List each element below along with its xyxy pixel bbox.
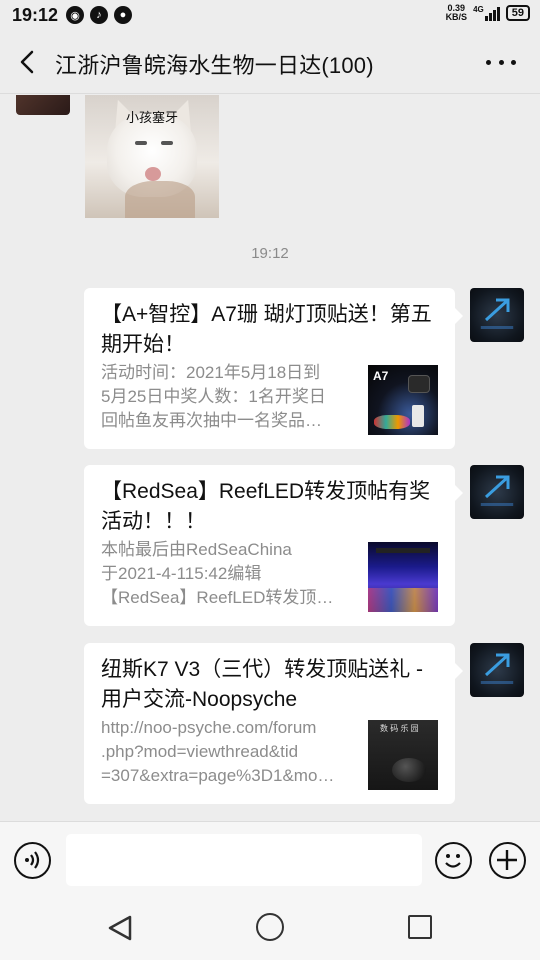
link-card-desc: 本帖最后由RedSeaChina 于2021-4-115:42编辑 【RedSe… bbox=[101, 540, 334, 607]
notification-icons: ◉ ♪ ● bbox=[66, 6, 132, 24]
more-icon bbox=[486, 59, 491, 65]
self-avatar[interactable] bbox=[470, 643, 524, 697]
chat-header: 江浙沪鲁皖海水生物一日达(100) bbox=[0, 30, 540, 94]
arrow-logo-icon bbox=[484, 298, 510, 322]
arrow-logo-icon bbox=[484, 475, 510, 499]
emoji-button[interactable] bbox=[435, 842, 472, 879]
input-bar bbox=[0, 821, 540, 897]
sender-avatar[interactable] bbox=[16, 95, 70, 115]
link-card[interactable]: 【RedSea】ReefLED转发顶帖有奖活动！！！ 本帖最后由RedSeaCh… bbox=[84, 465, 463, 626]
self-avatar[interactable] bbox=[470, 465, 524, 519]
arrow-logo-icon bbox=[484, 653, 510, 677]
link-card-thumbnail: 数 码 乐 园 bbox=[368, 720, 438, 790]
voice-icon bbox=[25, 851, 40, 869]
link-card-desc: 活动时间：2021年5月18日到 5月25日中奖人数：1名开奖日 回帖鱼友再次抽… bbox=[101, 363, 326, 430]
link-card-thumbnail bbox=[368, 542, 438, 612]
link-card-title: 纽斯K7 V3（三代）转发顶贴送礼 - 用户交流-Noopsyche bbox=[101, 658, 424, 711]
meme-caption: 小孩塞牙 bbox=[125, 110, 178, 125]
app-notification-icon: ◉ bbox=[66, 6, 84, 24]
status-right: 0.39 KB/S 4G 59 bbox=[446, 4, 530, 22]
back-button[interactable] bbox=[14, 48, 42, 76]
link-card-title: 【A+智控】A7珊 瑚灯顶贴送！第五期开始！ bbox=[101, 303, 432, 356]
back-arrow-icon bbox=[20, 50, 34, 74]
meme-sticker[interactable]: 小孩塞牙 bbox=[85, 95, 219, 218]
signal-icon: 4G bbox=[473, 5, 500, 21]
chat-area[interactable]: 小孩塞牙 19:12 【A+智控】A7珊 瑚灯顶贴送！第五期开始！ 活动时间：2… bbox=[0, 95, 540, 820]
link-card-title: 【RedSea】ReefLED转发顶帖有奖活动！！！ bbox=[101, 480, 431, 533]
status-bar: 19:12 ◉ ♪ ● 0.39 KB/S 4G 59 bbox=[0, 0, 540, 30]
battery-icon: 59 bbox=[505, 5, 530, 21]
status-time: 19:12 bbox=[12, 5, 59, 25]
nav-home-icon[interactable] bbox=[256, 913, 284, 941]
net-speed: 0.39 KB/S bbox=[445, 3, 468, 22]
self-avatar[interactable] bbox=[470, 288, 524, 342]
music-notification-icon: ♪ bbox=[90, 6, 108, 24]
voice-button[interactable] bbox=[14, 842, 51, 879]
link-card-desc: http://noo-psyche.com/forum .php?mod=vie… bbox=[101, 718, 335, 785]
plus-icon bbox=[497, 850, 517, 870]
link-card[interactable]: 纽斯K7 V3（三代）转发顶贴送礼 - 用户交流-Noopsyche http:… bbox=[84, 643, 463, 804]
nav-recent-icon[interactable] bbox=[408, 915, 432, 939]
message-notification-icon: ● bbox=[114, 6, 132, 24]
chat-title: 江浙沪鲁皖海水生物一日达(100) bbox=[55, 53, 374, 78]
more-button[interactable] bbox=[486, 52, 516, 72]
message-input[interactable] bbox=[66, 834, 422, 886]
system-nav-bar bbox=[0, 897, 540, 960]
more-functions-button[interactable] bbox=[489, 842, 526, 879]
link-card-thumbnail: A7 bbox=[368, 365, 438, 435]
nav-back-icon[interactable] bbox=[106, 914, 134, 942]
link-card[interactable]: 【A+智控】A7珊 瑚灯顶贴送！第五期开始！ 活动时间：2021年5月18日到 … bbox=[84, 288, 463, 449]
emoji-icon bbox=[445, 854, 461, 868]
message-timestamp: 19:12 bbox=[251, 245, 289, 262]
